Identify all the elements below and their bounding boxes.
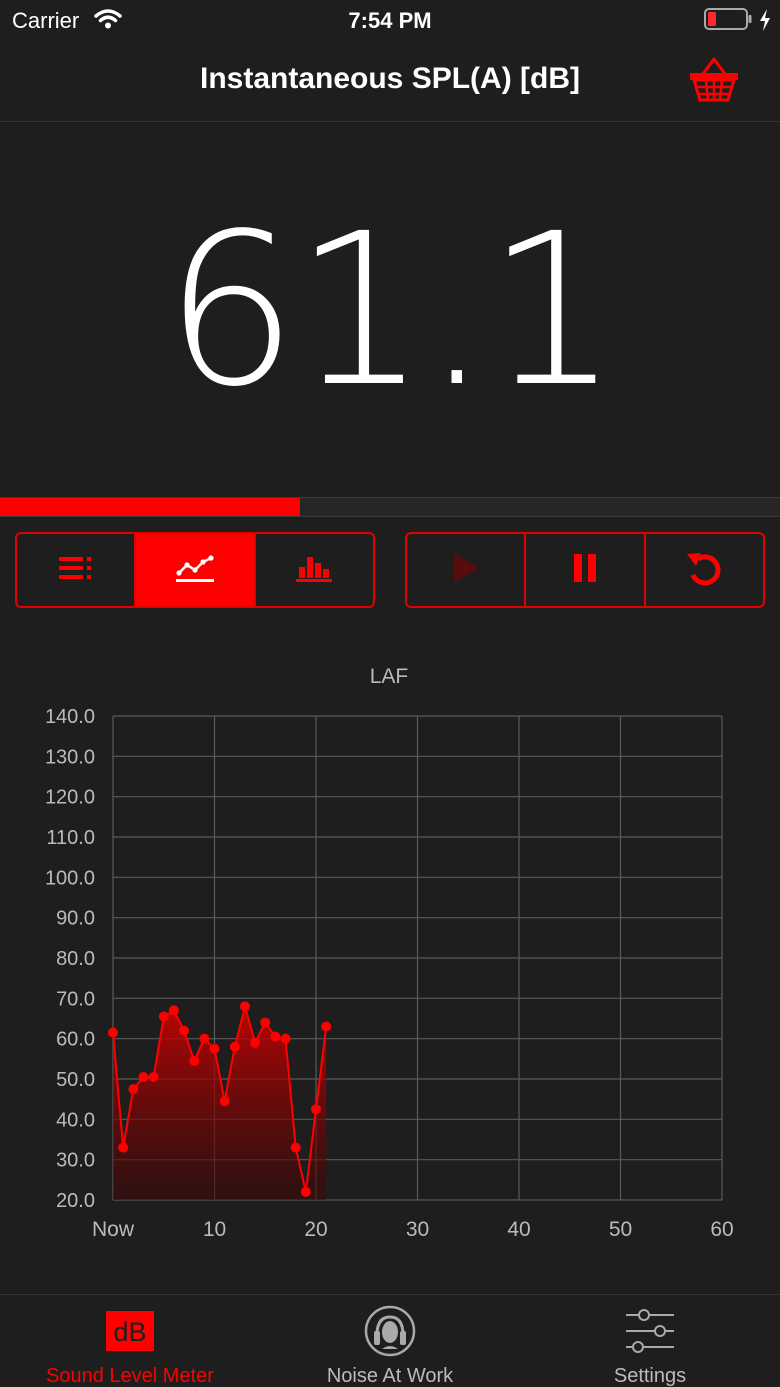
data-point	[321, 1021, 332, 1032]
data-point	[311, 1104, 321, 1115]
headphones-icon	[364, 1305, 416, 1357]
laf-chart-svg: LAF 20.0 30.0 40.0 50.0 60.0 70.0 80.0 90.0 100.…	[45, 665, 734, 1241]
x-tick-label: Now	[92, 1218, 135, 1241]
x-tick-label: 20	[304, 1218, 327, 1241]
data-point	[158, 1011, 169, 1022]
data-point	[189, 1055, 200, 1066]
y-tick-label: 80.0	[56, 948, 95, 970]
laf-chart: LAF 20.0 30.0 40.0 50.0 60.0 70.0 80.0 90.0 100.…	[0, 655, 780, 1255]
status-bar: Carrier 7:54 PM	[0, 0, 780, 40]
y-tick-label: 120.0	[45, 787, 95, 809]
tab-sound-level-meter[interactable]: dB Sound Level Meter	[0, 1295, 260, 1387]
list-icon	[58, 556, 93, 585]
y-tick-label: 20.0	[56, 1190, 95, 1212]
y-tick-label: 70.0	[56, 988, 95, 1010]
graph-view-button[interactable]	[136, 534, 256, 606]
x-tick-label: 60	[710, 1218, 733, 1241]
data-point	[179, 1025, 190, 1036]
y-tick-label: 90.0	[56, 908, 95, 930]
y-tick-label: 130.0	[45, 746, 95, 768]
reset-button[interactable]	[646, 534, 763, 606]
y-tick-label: 110.0	[46, 827, 95, 849]
data-point	[168, 1005, 179, 1016]
data-point	[209, 1043, 220, 1054]
data-point	[219, 1096, 230, 1107]
tab-settings[interactable]: Settings	[520, 1295, 780, 1387]
bar-chart-icon	[296, 553, 333, 588]
x-tick-label: 50	[609, 1218, 632, 1241]
x-tick-label: 10	[203, 1218, 226, 1241]
tab-label: Noise At Work	[326, 1365, 454, 1387]
tab-noise-at-work[interactable]: Noise At Work	[260, 1295, 520, 1387]
y-tick-label: 140.0	[45, 706, 95, 728]
data-point	[280, 1033, 291, 1044]
data-point	[199, 1033, 210, 1044]
y-tick-label: 60.0	[56, 1029, 95, 1051]
data-point	[300, 1186, 311, 1197]
x-tick-label: 40	[507, 1218, 530, 1241]
basket-icon[interactable]	[686, 54, 742, 104]
playback-controls	[405, 532, 765, 608]
data-point	[128, 1084, 139, 1095]
y-tick-label: 100.0	[45, 867, 95, 889]
data-point	[239, 1001, 250, 1012]
data-point	[290, 1142, 301, 1153]
x-tick-label: 30	[406, 1218, 429, 1241]
play-icon	[451, 552, 481, 589]
data-point	[118, 1142, 129, 1153]
spl-reading: 61.1	[164, 188, 620, 433]
histogram-view-button[interactable]	[256, 534, 373, 606]
reset-icon	[684, 548, 724, 593]
y-tick-label: 50.0	[56, 1069, 95, 1091]
tab-bar: dB Sound Level Meter Noise At Work Setti…	[0, 1294, 780, 1387]
data-point	[138, 1071, 149, 1082]
sliders-icon	[624, 1305, 676, 1357]
data-point	[270, 1031, 281, 1042]
svg-text:dB: dB	[113, 1317, 146, 1347]
tab-label: Settings	[613, 1365, 687, 1387]
chart-title: LAF	[370, 665, 409, 688]
tab-label: Sound Level Meter	[46, 1365, 214, 1387]
series-area	[113, 1006, 327, 1200]
data-point	[250, 1037, 261, 1048]
db-icon: dB	[104, 1305, 156, 1357]
play-button[interactable]	[407, 534, 527, 606]
charging-icon	[758, 8, 772, 37]
page-title: Instantaneous SPL(A) [dB]	[200, 62, 580, 95]
nav-bar: Instantaneous SPL(A) [dB]	[0, 40, 780, 122]
y-tick-label: 40.0	[56, 1109, 95, 1131]
battery-icon	[704, 8, 752, 30]
data-point	[108, 1027, 118, 1038]
line-chart-icon	[175, 553, 214, 588]
level-bar	[0, 497, 780, 517]
data-point	[229, 1041, 240, 1052]
pause-icon	[572, 552, 598, 589]
list-view-button[interactable]	[17, 534, 137, 606]
y-tick-label: 30.0	[56, 1150, 95, 1172]
clock: 7:54 PM	[348, 8, 432, 33]
data-point	[148, 1071, 159, 1082]
view-mode-control	[15, 532, 375, 608]
pause-button[interactable]	[526, 534, 646, 606]
data-point	[260, 1017, 271, 1028]
level-bar-fill	[0, 498, 301, 516]
